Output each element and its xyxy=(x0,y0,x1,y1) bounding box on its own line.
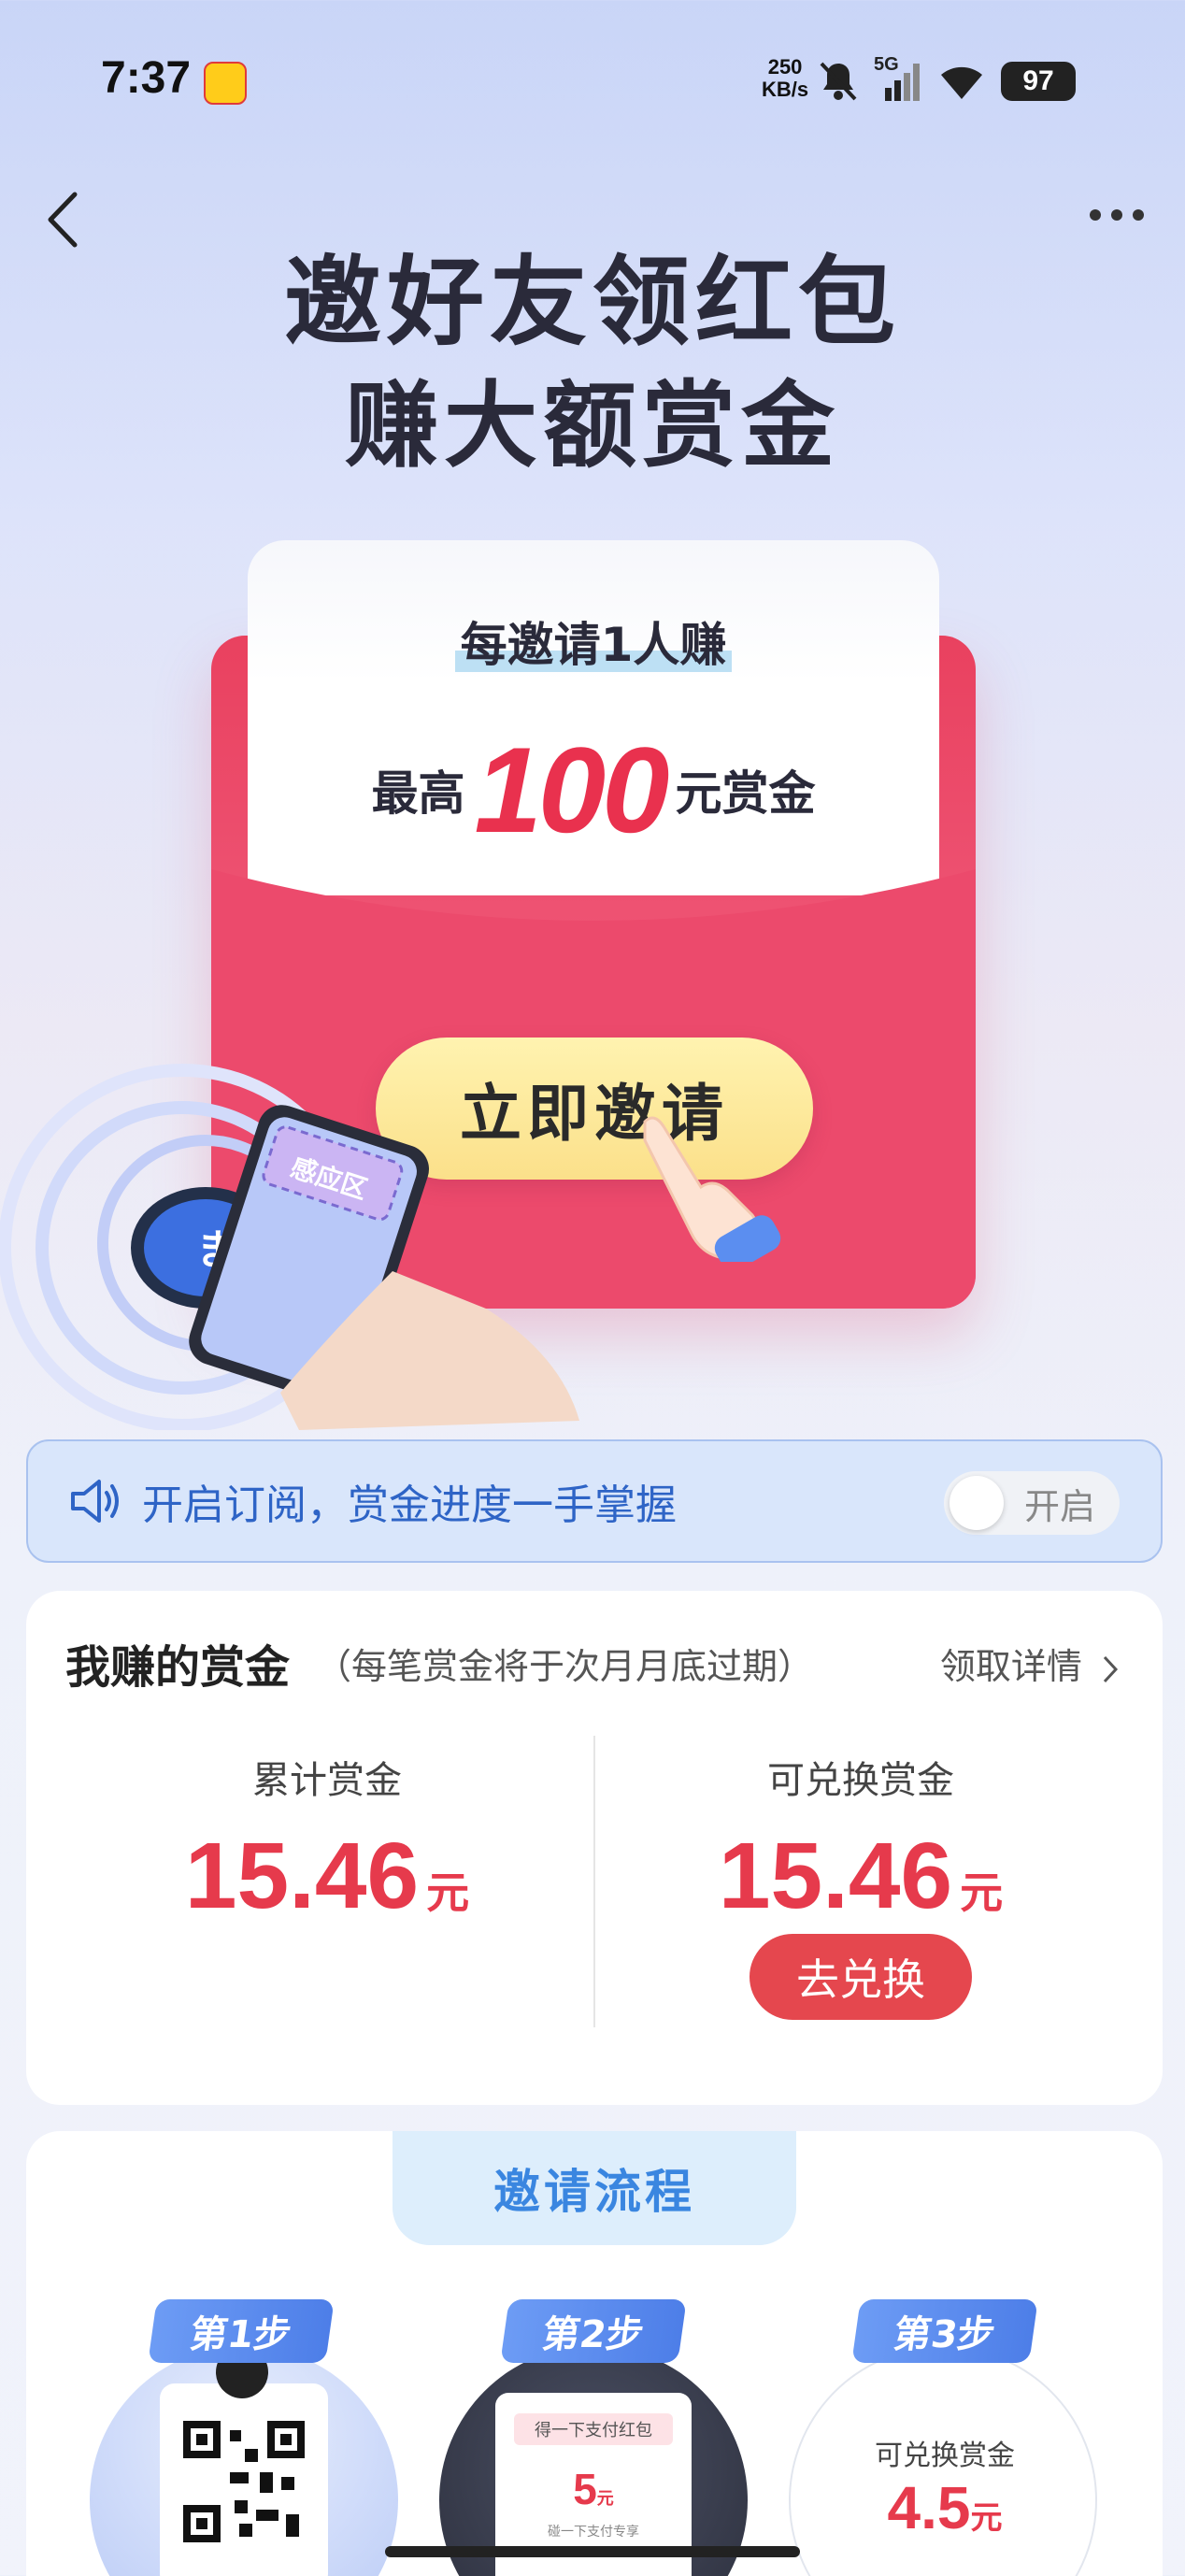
step-3-value: 4.5元 xyxy=(887,2474,1003,2541)
toggle-knob xyxy=(949,1476,1004,1530)
headline: 邀好友领红包 赚大额赏金 xyxy=(0,243,1185,492)
step-3-content: 可兑换赏金 4.5元 xyxy=(791,2432,1099,2542)
amount-suffix: 元赏金 xyxy=(675,766,816,821)
redeem-button[interactable]: 去兑换 xyxy=(750,1934,972,2020)
step-2-inner-value: 5元 xyxy=(573,2465,614,2513)
step-2-circle: 得一下支付红包 5元 碰一下支付专享 xyxy=(439,2346,748,2576)
step-2-inner-caption: 碰一下支付专享 xyxy=(548,2525,639,2540)
redeemable-label: 可兑换赏金 xyxy=(767,1759,954,1802)
amount-prefix: 最高 xyxy=(371,766,465,821)
status-time: 7:37 xyxy=(101,53,192,103)
envelope-amount: 最高100 元赏金 xyxy=(248,720,939,860)
step-1-tag: 第1步 xyxy=(148,2299,335,2363)
step-2-inner-title: 得一下支付红包 xyxy=(514,2413,673,2445)
envelope-subtitle: 每邀请1人赚 xyxy=(248,608,939,675)
toggle-label: 开启 xyxy=(1024,1485,1096,1527)
net-speed-unit: KB/s xyxy=(762,78,809,101)
status-icons: 5G 97 xyxy=(818,54,1076,107)
subscribe-toggle[interactable]: 开启 xyxy=(944,1471,1120,1535)
more-button[interactable] xyxy=(1084,196,1149,234)
step-3-circle: 可兑换赏金 4.5元 xyxy=(789,2346,1097,2576)
mute-bell-icon xyxy=(820,62,857,101)
pointing-hand-icon xyxy=(643,1116,781,1262)
step-1-circle xyxy=(90,2346,398,2576)
cumulative-earnings: 累计赏金 15.46 元 xyxy=(61,1750,593,1930)
battery-icon: 97 xyxy=(1001,62,1076,101)
headline-line1: 邀好友领红包 xyxy=(283,245,901,359)
subscribe-bar: 开启订阅，赏金进度一手掌握 开启 xyxy=(26,1439,1163,1563)
invite-process-card: 邀请流程 第1步 得一下支付红包 5元 碰一下支付专享 第2步 可兑换赏金 4.… xyxy=(26,2131,1163,2576)
claim-details-label: 领取详情 xyxy=(939,1646,1082,1687)
cumulative-value: 15.46 元 xyxy=(184,1824,470,1928)
app-notification-icon xyxy=(204,62,247,105)
qr-code-icon xyxy=(183,2421,305,2542)
tap-to-pay-illustration: ま 感应区 xyxy=(0,1056,598,1432)
net-speed-value: 250 xyxy=(767,55,803,79)
cumulative-label: 累计赏金 xyxy=(252,1759,402,1802)
earnings-card: 我赚的赏金 （每笔赏金将于次月月底过期） 领取详情 累计赏金 15.46 元 可兑… xyxy=(26,1591,1163,2105)
step-3-tag: 第3步 xyxy=(851,2299,1038,2363)
speaker-icon xyxy=(71,1480,119,1523)
chevron-right-icon xyxy=(1103,1655,1119,1682)
redeemable-earnings: 可兑换赏金 15.46 元 xyxy=(594,1750,1127,1930)
earnings-title: 我赚的赏金 xyxy=(65,1641,291,1694)
step-2-tag: 第2步 xyxy=(500,2299,687,2363)
subscribe-text: 开启订阅，赏金进度一手掌握 xyxy=(142,1481,677,1529)
net-speed: 250 KB/s xyxy=(762,56,808,101)
redeemable-value: 15.46 元 xyxy=(718,1824,1004,1928)
step-3-label: 可兑换赏金 xyxy=(875,2440,1015,2472)
headline-line2: 赚大额赏金 xyxy=(345,371,840,480)
earnings-note: （每笔赏金将于次月月底过期） xyxy=(316,1646,814,1687)
more-dots-icon xyxy=(1090,209,1144,221)
home-indicator[interactable] xyxy=(385,2546,800,2557)
amount-number: 100 xyxy=(474,722,670,858)
status-bar: 7:37 250 KB/s 5G 97 xyxy=(0,0,1185,159)
claim-details-link[interactable]: 领取详情 xyxy=(940,1638,1121,1689)
signal-icon: 5G xyxy=(874,54,922,103)
process-title: 邀请流程 xyxy=(393,2131,796,2245)
wifi-icon xyxy=(941,66,982,99)
